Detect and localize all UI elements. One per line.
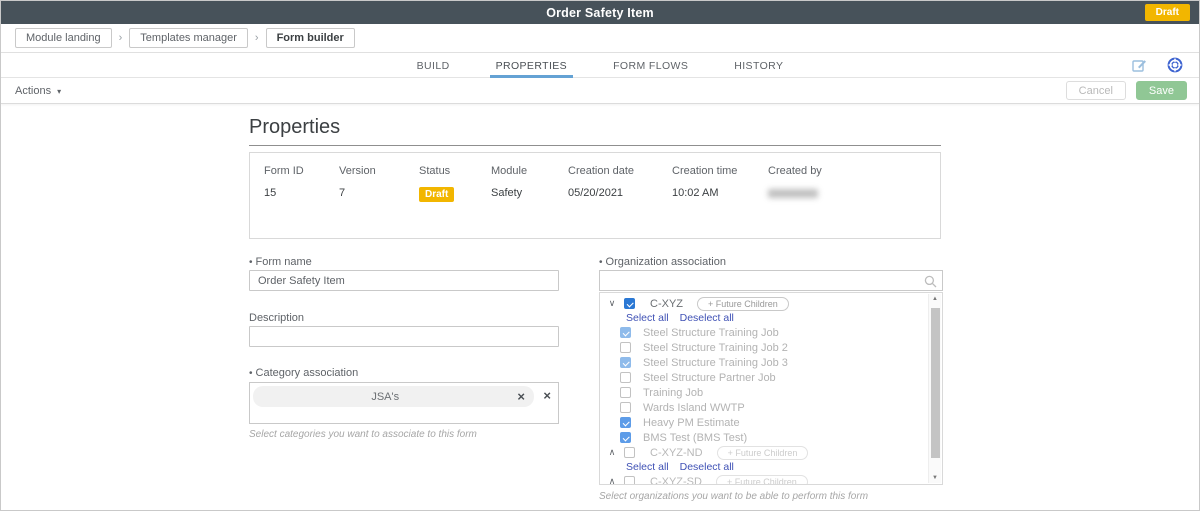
select-all-link[interactable]: Select all	[626, 461, 669, 473]
org-group-row: ∧ C-XYZ-SD + Future Children	[600, 474, 928, 485]
creation-time-value: 10:02 AM	[672, 187, 768, 202]
required-marker: •	[249, 257, 253, 268]
tab-properties[interactable]: PROPERTIES	[490, 53, 574, 78]
scroll-down-icon[interactable]: ▼	[929, 475, 941, 481]
form-info-panel: Form ID Version Status Module Creation d…	[249, 152, 941, 239]
breadcrumb-separator-icon: ›	[255, 32, 259, 44]
organization-helper-text: Select organizations you want to be able…	[599, 491, 868, 502]
bulk-select-links: Select all Deselect all	[600, 311, 928, 325]
col-header-form-id: Form ID	[264, 165, 339, 177]
description-input[interactable]	[249, 326, 559, 347]
future-children-button[interactable]: + Future Children	[717, 446, 809, 460]
deselect-all-link[interactable]: Deselect all	[680, 461, 734, 473]
col-header-status: Status	[419, 165, 491, 177]
col-header-module: Module	[491, 165, 568, 177]
org-group-checkbox[interactable]	[624, 447, 635, 458]
scrollbar-thumb[interactable]	[931, 308, 940, 458]
category-association-box[interactable]: JSA's × ×	[249, 382, 559, 424]
org-child-checkbox[interactable]	[620, 342, 631, 353]
org-group-checkbox[interactable]	[624, 298, 635, 309]
status-badge: Draft	[1145, 4, 1190, 21]
organization-search-input[interactable]	[599, 270, 943, 291]
org-child-row: BMS Test (BMS Test)	[600, 430, 928, 445]
col-header-created-by: Created by	[768, 165, 940, 177]
clear-all-icon[interactable]: ×	[543, 389, 551, 402]
organization-association-label: •Organization association	[599, 256, 726, 268]
col-header-creation-date: Creation date	[568, 165, 672, 177]
form-id-value: 15	[264, 187, 339, 202]
category-chip: JSA's ×	[253, 386, 534, 407]
form-name-label: •Form name	[249, 256, 312, 268]
version-value: 7	[339, 187, 419, 202]
breadcrumb-separator-icon: ›	[119, 32, 123, 44]
future-children-button[interactable]: + Future Children	[697, 297, 789, 311]
actions-toolbar: Actions▾ Cancel Save	[1, 78, 1199, 104]
org-child-row: Steel Structure Training Job	[600, 325, 928, 340]
globe-icon[interactable]	[1167, 57, 1183, 73]
org-child-row: Steel Structure Training Job 2	[600, 340, 928, 355]
section-title: Properties	[249, 116, 340, 139]
tab-build[interactable]: BUILD	[411, 53, 456, 78]
app-header: Order Safety Item Draft	[1, 1, 1199, 24]
organization-tree: ∨ C-XYZ + Future Children Select all Des…	[599, 292, 943, 485]
created-by-redacted-value	[768, 189, 818, 198]
cancel-button[interactable]: Cancel	[1066, 81, 1126, 100]
col-header-version: Version	[339, 165, 419, 177]
deselect-all-link[interactable]: Deselect all	[680, 312, 734, 324]
org-child-checkbox[interactable]	[620, 417, 631, 428]
select-all-link[interactable]: Select all	[626, 312, 669, 324]
save-button[interactable]: Save	[1136, 81, 1187, 100]
category-chip-label: JSA's	[253, 391, 517, 403]
future-children-button[interactable]: + Future Children	[716, 475, 808, 486]
tab-form-flows[interactable]: FORM FLOWS	[607, 53, 694, 78]
org-child-row: Wards Island WWTP	[600, 400, 928, 415]
section-divider	[249, 145, 941, 146]
search-icon	[924, 275, 937, 288]
org-child-checkbox[interactable]	[620, 432, 631, 443]
org-child-checkbox[interactable]	[620, 402, 631, 413]
breadcrumb-module-landing[interactable]: Module landing	[15, 28, 112, 48]
chevron-up-icon[interactable]: ∧	[606, 476, 618, 485]
chevron-up-icon[interactable]: ∧	[606, 447, 618, 458]
caret-down-icon: ▾	[57, 87, 61, 96]
category-helper-text: Select categories you want to associate …	[249, 429, 477, 440]
scrollbar[interactable]: ▲ ▼	[928, 294, 941, 483]
org-group-name: C-XYZ-SD	[650, 476, 702, 486]
breadcrumb-templates-manager[interactable]: Templates manager	[129, 28, 248, 48]
org-child-row: Training Job	[600, 385, 928, 400]
org-group-row: ∨ C-XYZ + Future Children	[600, 296, 928, 311]
org-child-checkbox[interactable]	[620, 357, 631, 368]
bulk-select-links: Select all Deselect all	[600, 460, 928, 474]
org-child-row: Steel Structure Training Job 3	[600, 355, 928, 370]
tab-bar: BUILD PROPERTIES FORM FLOWS HISTORY	[1, 53, 1199, 78]
org-child-checkbox[interactable]	[620, 327, 631, 338]
required-marker: •	[599, 257, 603, 268]
breadcrumb-form-builder[interactable]: Form builder	[266, 28, 355, 48]
form-builder-page: Order Safety Item Draft Module landing ›…	[0, 0, 1200, 511]
category-association-label: •Category association	[249, 367, 358, 379]
org-group-checkbox[interactable]	[624, 476, 635, 485]
required-marker: •	[249, 368, 253, 379]
breadcrumb: Module landing › Templates manager › For…	[1, 24, 1199, 53]
edit-icon[interactable]	[1132, 58, 1147, 73]
org-group-name: C-XYZ	[650, 298, 683, 310]
org-child-checkbox[interactable]	[620, 372, 631, 383]
chevron-down-icon[interactable]: ∨	[606, 298, 618, 309]
org-child-row: Steel Structure Partner Job	[600, 370, 928, 385]
module-value: Safety	[491, 187, 568, 202]
form-name-input[interactable]	[249, 270, 559, 291]
scroll-up-icon[interactable]: ▲	[929, 296, 941, 302]
actions-menu-button[interactable]: Actions▾	[15, 85, 61, 97]
org-child-row: Heavy PM Estimate	[600, 415, 928, 430]
creation-date-value: 05/20/2021	[568, 187, 672, 202]
org-child-checkbox[interactable]	[620, 387, 631, 398]
tab-history[interactable]: HISTORY	[728, 53, 789, 78]
org-group-name: C-XYZ-ND	[650, 447, 703, 459]
page-title: Order Safety Item	[546, 6, 654, 20]
status-badge: Draft	[419, 187, 454, 202]
org-group-row: ∧ C-XYZ-ND + Future Children	[600, 445, 928, 460]
remove-chip-icon[interactable]: ×	[517, 390, 525, 403]
col-header-creation-time: Creation time	[672, 165, 768, 177]
description-label: Description	[249, 312, 304, 324]
